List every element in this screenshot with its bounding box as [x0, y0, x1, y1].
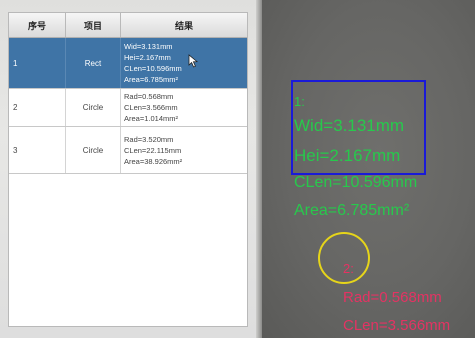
rect-area-label: Area=6.785mm² [294, 202, 410, 219]
row-index: 2 [9, 89, 66, 126]
table-row[interactable]: 3 Circle Rad=3.520mm CLen=22.115mm Area=… [9, 127, 247, 174]
table-row[interactable]: 2 Circle Rad=0.568mm CLen=3.566mm Area=1… [9, 89, 247, 127]
circle-circumference-label: CLen=3.566mm [343, 317, 451, 334]
row-result: Wid=3.131mm Hei=2.167mm CLen=10.596mm Ar… [121, 38, 247, 88]
row-index: 1 [9, 38, 66, 88]
row-item: Circle [66, 127, 121, 173]
result-line: Hei=2.167mm [124, 53, 171, 62]
result-line: CLen=10.596mm [124, 64, 182, 73]
table-header: 序号 项目 结果 [9, 13, 247, 38]
rect-width-label: Wid=3.131mm [294, 116, 405, 135]
rect-circumference-label: CLen=10.596mm [294, 174, 418, 191]
rect-height-label: Hei=2.167mm [294, 146, 401, 165]
result-line: Area=38.926mm² [124, 156, 183, 166]
row-item: Rect [66, 38, 121, 88]
circle-measurement-outline [318, 232, 370, 284]
result-line: Area=1.014mm² [124, 114, 178, 123]
result-line: Wid=3.131mm [124, 42, 173, 51]
table-row[interactable]: 1 Rect Wid=3.131mm Hei=2.167mm CLen=10.5… [9, 38, 247, 89]
result-line: Rad=0.568mm [124, 92, 174, 101]
column-header-item[interactable]: 项目 [66, 13, 121, 37]
circle-radius-label: Rad=0.568mm [343, 289, 442, 306]
column-header-result[interactable]: 结果 [121, 13, 247, 37]
result-line: Rad=3.520mm [124, 134, 174, 144]
circle-measurement-id: 2: [343, 261, 354, 276]
results-table: 序号 项目 结果 1 Rect Wid=3.131mm Hei=2.167mm … [8, 12, 248, 327]
rect-measurement-id: 1: [294, 94, 305, 109]
row-result: Rad=3.520mm CLen=22.115mm Area=38.926mm² [121, 127, 247, 173]
result-line: Area=6.785mm² [124, 75, 178, 84]
result-line: CLen=22.115mm [124, 145, 182, 155]
measurement-panel: 序号 项目 结果 1 Rect Wid=3.131mm Hei=2.167mm … [0, 0, 260, 338]
row-item: Circle [66, 89, 121, 126]
result-line: CLen=3.566mm [124, 103, 178, 112]
mouse-pointer-icon [188, 54, 199, 68]
row-result: Rad=0.568mm CLen=3.566mm Area=1.014mm² [121, 89, 247, 126]
row-index: 3 [9, 127, 66, 173]
column-header-index[interactable]: 序号 [9, 13, 66, 37]
